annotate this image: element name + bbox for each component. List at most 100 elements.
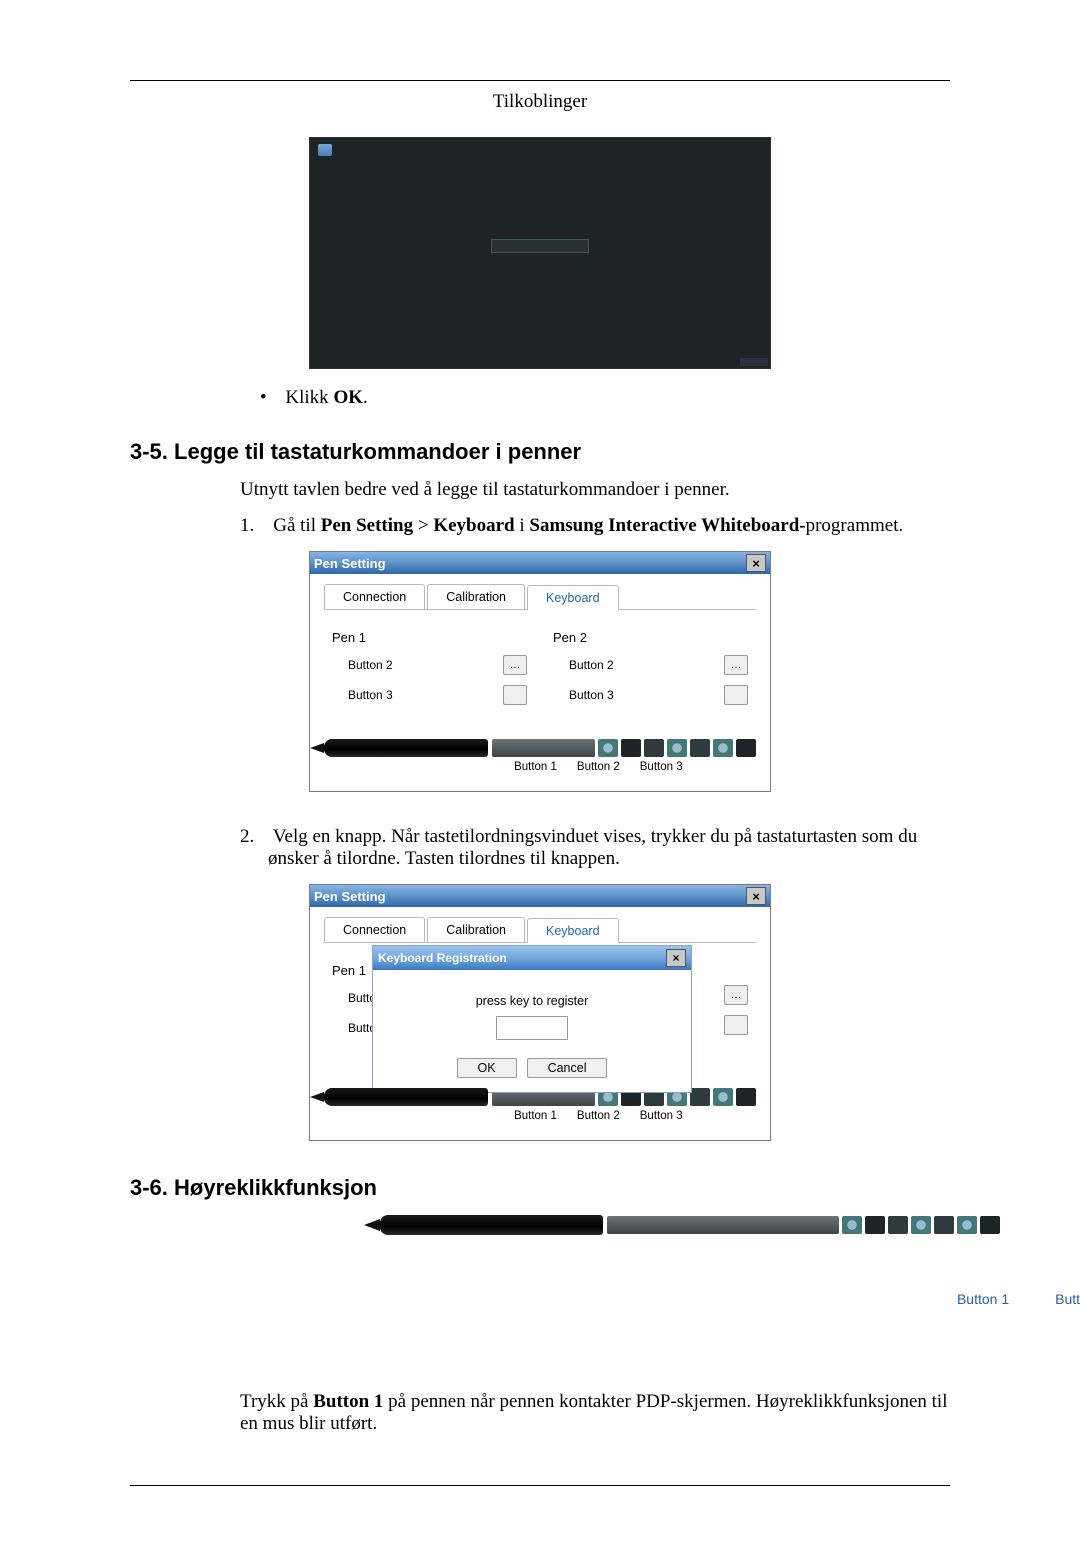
desktop-taskbar-chip: [740, 358, 768, 366]
pen-button-strip: [492, 739, 756, 757]
pen-btn1-icon: [598, 739, 618, 757]
page-header-label: Tilkoblinger: [130, 91, 950, 113]
step1-gt: >: [413, 515, 433, 536]
screenshot-desktop: [309, 137, 771, 369]
step-1: 1. Gå til Pen Setting > Keyboard i Samsu…: [240, 515, 950, 537]
p36-bold: Button 1: [313, 1391, 383, 1412]
step1-mid: i: [515, 515, 530, 536]
sp-seg-t1: [888, 1216, 908, 1234]
sp-seg-dot2: [911, 1216, 931, 1234]
kr-ok-button[interactable]: OK: [457, 1058, 517, 1078]
tab-keyboard[interactable]: Keyboard: [527, 585, 619, 610]
dialog2-body: Connection Calibration Keyboard Pen 1 Bu…: [310, 907, 770, 1140]
keyboard-registration-dialog: Keyboard Registration × press key to reg…: [372, 945, 692, 1093]
pen1-button2-label: Button 2: [348, 658, 406, 672]
d2-pen-body-icon: [324, 1088, 488, 1106]
kr-cancel-button[interactable]: Cancel: [527, 1058, 608, 1078]
bullet-suffix: .: [363, 387, 368, 408]
step2-text: Velg en knapp. Når tastetilordningsvindu…: [268, 826, 917, 869]
pen-btn3-icon: [713, 739, 733, 757]
pen2-button3-assign[interactable]: [724, 685, 748, 705]
step1-post: programmet.: [806, 515, 904, 536]
dialog-titlebar: Pen Setting ×: [310, 552, 770, 574]
d2-tab-calibration[interactable]: Calibration: [427, 917, 525, 942]
dialog2-title: Pen Setting: [314, 889, 386, 904]
desktop-center-chip: [491, 239, 589, 253]
d2-tab-keyboard[interactable]: Keyboard: [527, 918, 619, 943]
dialog2-close-button[interactable]: ×: [746, 887, 766, 905]
pen1-button3-assign[interactable]: [503, 685, 527, 705]
pen-btn2-label: Button 2: [577, 761, 620, 773]
step-2: 2. Velg en knapp. Når tastetilordningsvi…: [240, 826, 950, 870]
d2-seg-end: [736, 1088, 756, 1106]
pen-button-labels: Button 1 Button 2 Button 3: [514, 761, 756, 773]
d2-p2-btn3-assign[interactable]: [724, 1015, 748, 1035]
pen-btn2-left-icon: [644, 739, 664, 757]
kr-hint: press key to register: [385, 994, 679, 1008]
kr-close-button[interactable]: ×: [666, 949, 686, 967]
d2-seg-dot3: [713, 1088, 733, 1106]
standalone-pen-illustration: Button 1 Button 1 Button 1: [380, 1215, 1000, 1367]
heading-3-5: 3-5. Legge til tastaturkommandoer i penn…: [130, 439, 950, 465]
sp-b1b: Button 1: [1055, 1291, 1080, 1307]
d2-p2-btn2-assign[interactable]: …: [724, 985, 748, 1005]
step1-b3: Samsung Interactive Whiteboard-: [529, 515, 805, 536]
pen-end-icon: [736, 739, 756, 757]
sp-body-icon: [380, 1215, 603, 1235]
pen2-button3-label: Button 3: [569, 688, 627, 702]
sp-seg-t2: [934, 1216, 954, 1234]
bullet-pre: Klikk: [285, 387, 333, 408]
kr-key-input[interactable]: [496, 1016, 568, 1040]
d2-btn3-label: Button 3: [640, 1110, 683, 1122]
kr-title: Keyboard Registration: [378, 951, 507, 965]
bullet-click-ok: • Klikk OK.: [260, 387, 950, 409]
d2-tab-connection[interactable]: Connection: [324, 917, 425, 942]
pen-seg-btn1-area: [492, 739, 595, 757]
sp-seg-sep: [865, 1216, 885, 1234]
pen2-label: Pen 2: [553, 630, 748, 645]
tab-calibration[interactable]: Calibration: [427, 584, 525, 609]
dialog-close-button[interactable]: ×: [746, 554, 766, 572]
pen-btn1-label: Button 1: [514, 761, 557, 773]
step1-b1: Pen Setting: [321, 515, 413, 536]
sp-seg-end: [980, 1216, 1000, 1234]
sp-seg-dot3: [957, 1216, 977, 1234]
pen-illustration: [324, 739, 756, 757]
sp-seg-wide: [607, 1216, 839, 1234]
dialog-tabs: Connection Calibration Keyboard: [324, 584, 756, 610]
step1-number: 1.: [240, 515, 254, 536]
pen2-button2-assign[interactable]: …: [724, 655, 748, 675]
pen-grid: Pen 1 Button 2 … Button 3 Pen 2 Button 2…: [324, 610, 756, 715]
pen-btn2-right-icon: [690, 739, 710, 757]
d2-seg-t2: [690, 1088, 710, 1106]
bullet-dot: •: [260, 387, 267, 408]
step2-number: 2.: [240, 826, 254, 847]
dialog-body: Connection Calibration Keyboard Pen 1 Bu…: [310, 574, 770, 791]
pen1-column: Pen 1 Button 2 … Button 3: [332, 624, 527, 715]
step1-pre: Gå til: [273, 515, 321, 536]
pen2-column: Pen 2 Button 2 … Button 3: [553, 624, 748, 715]
para-3-6: Trykk på Button 1 på pennen når pennen k…: [240, 1391, 950, 1435]
p36-pre: Trykk på: [240, 1391, 313, 1412]
sp-seg-dot1: [842, 1216, 862, 1234]
tab-connection[interactable]: Connection: [324, 584, 425, 609]
dialog2-titlebar: Pen Setting ×: [310, 885, 770, 907]
d2-btn2-label: Button 2: [577, 1110, 620, 1122]
header-rule: [130, 80, 950, 81]
pen1-label: Pen 1: [332, 630, 527, 645]
step1-b2: Keyboard: [433, 515, 514, 536]
bullet-strong: OK: [333, 387, 363, 408]
intro-3-5: Utnytt tavlen bedre ved å legge til tast…: [240, 479, 950, 501]
sp-labels: Button 1 Button 1 Button 1: [541, 1241, 1080, 1367]
pen1-button3-label: Button 3: [348, 688, 406, 702]
pen-btn3-label: Button 3: [640, 761, 683, 773]
document-page: Tilkoblinger • Klikk OK. 3-5. Legge til …: [0, 0, 1080, 1546]
pen-setting-dialog-1: Pen Setting × Connection Calibration Key…: [309, 551, 771, 792]
dialog-title: Pen Setting: [314, 556, 386, 571]
pen-body-icon: [324, 739, 488, 757]
pen-btn2-icon: [667, 739, 687, 757]
pen1-button2-assign[interactable]: …: [503, 655, 527, 675]
d2-btn1-label: Button 1: [514, 1110, 557, 1122]
pen-sep-icon: [621, 739, 641, 757]
footer-rule: [130, 1485, 950, 1486]
